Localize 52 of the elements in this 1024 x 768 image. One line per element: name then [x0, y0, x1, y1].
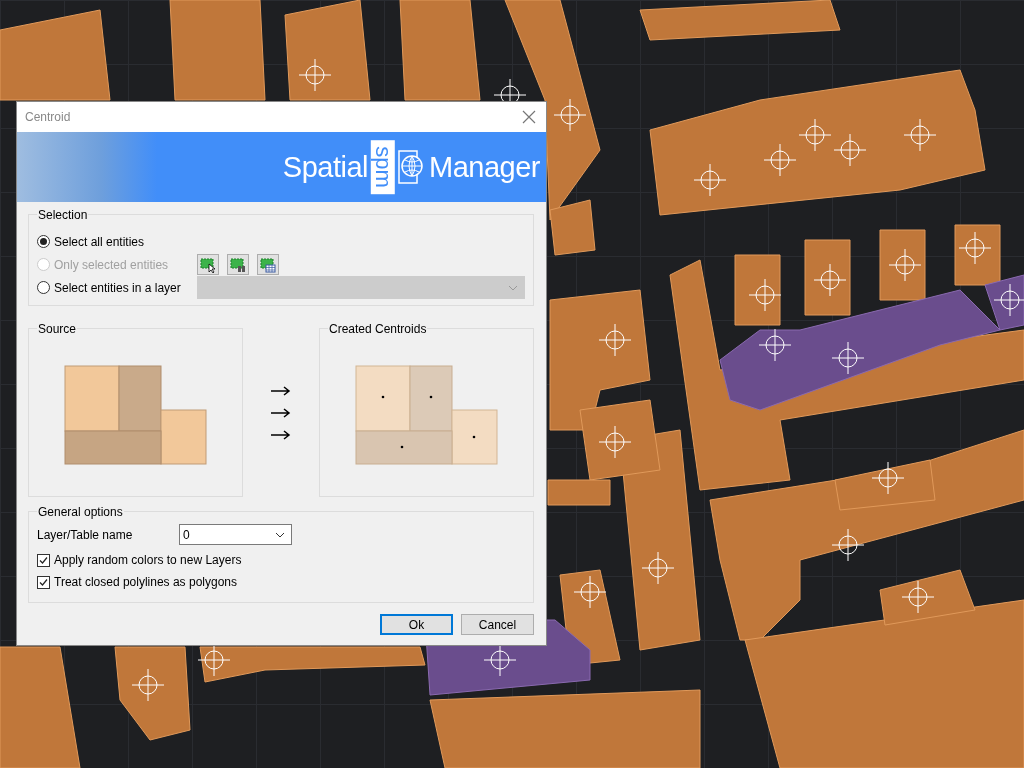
window-title: Centroid: [25, 110, 71, 124]
centroid-marker-icon: [483, 643, 517, 677]
centroid-marker-icon: [958, 231, 992, 265]
centroid-marker-icon: [901, 580, 935, 614]
radio-option: Only selected entities: [37, 257, 197, 272]
centroid-marker-icon: [197, 643, 231, 677]
field-label: Layer/Table name: [37, 527, 134, 542]
select-tool-button[interactable]: [227, 254, 249, 275]
centroid-marker-icon: [831, 341, 865, 375]
centroid-marker-icon: [573, 575, 607, 609]
dialog-button[interactable]: Ok: [380, 614, 453, 635]
group-title: Selection: [37, 208, 89, 222]
dialog-button[interactable]: Cancel: [461, 614, 534, 635]
layer-name-dropdown[interactable]: 0: [179, 524, 292, 545]
centroid-marker-icon: [598, 425, 632, 459]
centroid-marker-icon: [298, 58, 332, 92]
centroid-marker-icon: [798, 118, 832, 152]
centroid-marker-icon: [758, 328, 792, 362]
logo-mark: spm: [371, 140, 396, 194]
checkmark-icon: [39, 555, 48, 565]
arrow-icon: [271, 384, 291, 397]
centroid-marker-icon: [993, 283, 1024, 317]
chevron-icon: [508, 284, 518, 291]
radio-option[interactable]: Select entities in a layer: [37, 280, 197, 295]
checkmark-icon: [39, 577, 48, 587]
group-title: Source: [37, 322, 78, 336]
centroid-marker-icon: [903, 118, 937, 152]
centroid-marker-icon: [871, 461, 905, 495]
group-title: General options: [37, 505, 124, 519]
centroid-marker-icon: [763, 143, 797, 177]
checkbox-option[interactable]: Treat closed polylines as polygons: [37, 575, 525, 589]
centroid-marker-icon: [598, 323, 632, 357]
arrow-icon: [271, 428, 291, 441]
centroid-marker-icon: [831, 528, 865, 562]
centroid-marker-icon: [693, 163, 727, 197]
centroid-marker-icon: [641, 551, 675, 585]
centroid-marker-icon: [748, 278, 782, 312]
select-tool-button[interactable]: [257, 254, 279, 275]
logo-text: Manager: [429, 150, 540, 184]
centroid-marker-icon: [833, 133, 867, 167]
close-icon[interactable]: [522, 110, 536, 124]
centroid-marker-icon: [553, 98, 587, 132]
checkbox-option[interactable]: Apply random colors to new Layers: [37, 553, 525, 567]
group-title: Created Centroids: [328, 322, 428, 336]
arrow-icon: [271, 406, 291, 419]
centroid-marker-icon: [813, 263, 847, 297]
select-tool-button[interactable]: [197, 254, 219, 275]
chevron-icon: [275, 531, 285, 538]
centroid-marker-icon: [131, 668, 165, 702]
logo-text: Spatial: [282, 150, 369, 184]
radio-option[interactable]: Select all entities: [37, 234, 197, 249]
centroid-marker-icon: [888, 248, 922, 282]
